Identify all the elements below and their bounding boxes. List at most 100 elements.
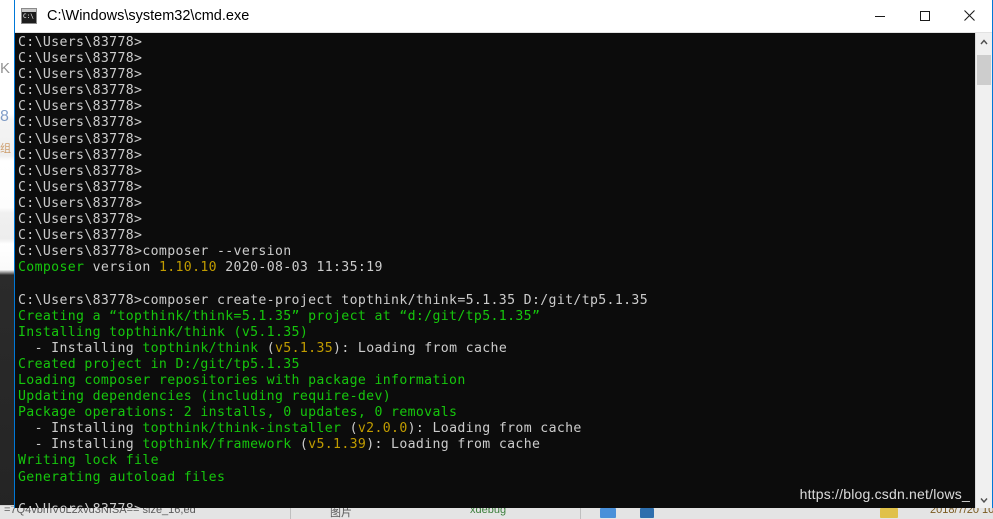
console-scrollbar[interactable] bbox=[975, 33, 992, 508]
console-line: Installing topthink/think (v5.1.35) bbox=[18, 325, 975, 341]
console-text: C:\Users\83778> bbox=[18, 147, 143, 163]
console-text: Writing lock file bbox=[18, 453, 159, 469]
scroll-down-arrow[interactable] bbox=[976, 491, 992, 508]
console-text: C:\Users\83778> bbox=[18, 51, 143, 67]
console-text: C:\Users\83778> bbox=[18, 67, 143, 83]
console-text: ): Loading from cache bbox=[407, 421, 582, 437]
console-line: Composer version 1.10.10 2020-08-03 11:3… bbox=[18, 260, 975, 276]
taskbar-separator-2 bbox=[580, 507, 581, 519]
console-text: topthink/framework bbox=[142, 437, 292, 453]
console-text: C:\Users\83778> bbox=[18, 35, 143, 50]
console-text: Created project in D:/git/tp5.1.35 bbox=[18, 356, 300, 372]
console-line: Writing lock file bbox=[18, 453, 975, 469]
console-text: ( bbox=[258, 340, 275, 356]
console-text: Creating a “topthink/think=5.1.35” proje… bbox=[18, 308, 541, 324]
console-line: C:\Users\83778> bbox=[18, 502, 975, 508]
console-line: Generating autoload files bbox=[18, 470, 975, 486]
taskbar-chip-1 bbox=[600, 508, 616, 518]
console-text: Installing topthink/think (v5.1.35) bbox=[18, 324, 309, 340]
console-text: ( bbox=[341, 421, 358, 437]
taskbar-chip-3 bbox=[880, 508, 898, 518]
console-text: C:\Users\83778> bbox=[18, 99, 143, 115]
console-text: ( bbox=[291, 437, 309, 453]
console-text: C:\Users\83778> bbox=[18, 502, 142, 508]
console-text: ): Loading from cache bbox=[333, 340, 508, 356]
console-text: C:\Users\83778> bbox=[18, 212, 143, 228]
console-text: Composer bbox=[18, 260, 85, 276]
console-line: C:\Users\83778> bbox=[18, 99, 975, 115]
console-area: C:\Users\83778> C:\Users\83778> C:\Users\8… bbox=[15, 33, 992, 508]
maximize-button[interactable] bbox=[902, 0, 947, 31]
console-line: Updating dependencies (including require… bbox=[18, 389, 975, 405]
console-text: C:\Users\83778> bbox=[18, 228, 143, 244]
desktop-ghost-8: 8 bbox=[0, 108, 9, 125]
console-text: C:\Users\83778> bbox=[18, 195, 143, 211]
console-text: topthink/think-installer bbox=[142, 421, 342, 437]
title-bar[interactable]: C:\Windows\system32\cmd.exe bbox=[15, 0, 992, 33]
console-line: C:\Users\83778> bbox=[18, 164, 975, 180]
console-text: v5.1.39 bbox=[308, 437, 367, 453]
console-line: C:\Users\83778> bbox=[18, 148, 975, 164]
console-text: version bbox=[84, 260, 159, 276]
console-text: C:\Users\83778> bbox=[18, 83, 143, 99]
console-text: 1.10.10 bbox=[158, 260, 217, 276]
console-line: C:\Users\83778>composer create-project t… bbox=[18, 293, 975, 309]
console-text: v5.1.35 bbox=[275, 340, 334, 356]
close-button[interactable] bbox=[947, 0, 992, 31]
screenshot-root: K 8 组 =7Q4vbmV0L2xvd3NfSA== size_16,ed 图… bbox=[0, 0, 993, 519]
console-text: C:\Users\83778> bbox=[18, 131, 143, 147]
desktop-left-strip bbox=[0, 0, 14, 519]
maximize-icon bbox=[919, 10, 930, 21]
console-line: C:\Users\83778> bbox=[18, 83, 975, 99]
console-text: C:\Users\83778> bbox=[18, 163, 143, 179]
console-line: - Installing topthink/framework (v5.1.39… bbox=[18, 437, 975, 453]
console-line: C:\Users\83778> bbox=[18, 35, 975, 51]
console-text: 2020-08-03 11:35:19 bbox=[216, 260, 383, 276]
console-line: C:\Users\83778> bbox=[18, 212, 975, 228]
console-text: Loading composer repositories with packa… bbox=[18, 372, 466, 388]
console-text: - Installing bbox=[18, 421, 143, 437]
window-title: C:\Windows\system32\cmd.exe bbox=[47, 8, 250, 24]
close-icon bbox=[964, 10, 975, 21]
console-line: C:\Users\83778> bbox=[18, 196, 975, 212]
console-line: C:\Users\83778> bbox=[18, 132, 975, 148]
console-text: ): Loading from cache bbox=[366, 437, 541, 453]
taskbar-separator bbox=[290, 507, 291, 519]
console-text: Package operations: 2 installs, 0 update… bbox=[18, 405, 458, 421]
console-line: C:\Users\83778> bbox=[18, 51, 975, 67]
cmd-icon bbox=[21, 8, 37, 24]
minimize-icon bbox=[874, 15, 885, 17]
console-line: C:\Users\83778> bbox=[18, 67, 975, 83]
console-line: - Installing topthink/think-installer (v… bbox=[18, 421, 975, 437]
console-text: - Installing bbox=[18, 437, 143, 453]
console-line: - Installing topthink/think (v5.1.35): L… bbox=[18, 341, 975, 357]
chevron-down-icon bbox=[980, 497, 988, 503]
console-text: C:\Users\83778>composer create-project t… bbox=[18, 292, 649, 308]
cmd-window: C:\Windows\system32\cmd.exe bbox=[14, 0, 993, 508]
console-text: v2.0.0 bbox=[357, 421, 408, 437]
console-text: Generating autoload files bbox=[18, 469, 226, 485]
desktop-ghost-z: 组 bbox=[0, 143, 11, 155]
console-line: Creating a “topthink/think=5.1.35” proje… bbox=[18, 309, 975, 325]
console-text: C:\Users\83778>composer --version bbox=[18, 244, 292, 260]
console-output[interactable]: C:\Users\83778> C:\Users\83778> C:\Users\8… bbox=[15, 33, 975, 508]
scroll-thumb[interactable] bbox=[977, 55, 991, 85]
console-text: topthink/think bbox=[142, 340, 259, 356]
console-line: C:\Users\83778> bbox=[18, 228, 975, 244]
window-controls bbox=[857, 0, 992, 32]
console-line: Package operations: 2 installs, 0 update… bbox=[18, 405, 975, 421]
console-line: Loading composer repositories with packa… bbox=[18, 373, 975, 389]
chevron-up-icon bbox=[980, 38, 988, 44]
console-text: Updating dependencies (including require… bbox=[18, 389, 392, 405]
watermark: https://blog.csdn.net/lows_ bbox=[799, 486, 970, 502]
console-text: C:\Users\83778> bbox=[18, 115, 143, 131]
console-line: Created project in D:/git/tp5.1.35 bbox=[18, 357, 975, 373]
console-text: - Installing bbox=[18, 340, 143, 356]
desktop-ghost-k: K bbox=[0, 60, 11, 77]
taskbar-chip-2 bbox=[640, 508, 654, 518]
console-line: C:\Users\83778> bbox=[18, 180, 975, 196]
console-line: C:\Users\83778> bbox=[18, 115, 975, 131]
scroll-up-arrow[interactable] bbox=[976, 33, 992, 50]
minimize-button[interactable] bbox=[857, 0, 902, 31]
